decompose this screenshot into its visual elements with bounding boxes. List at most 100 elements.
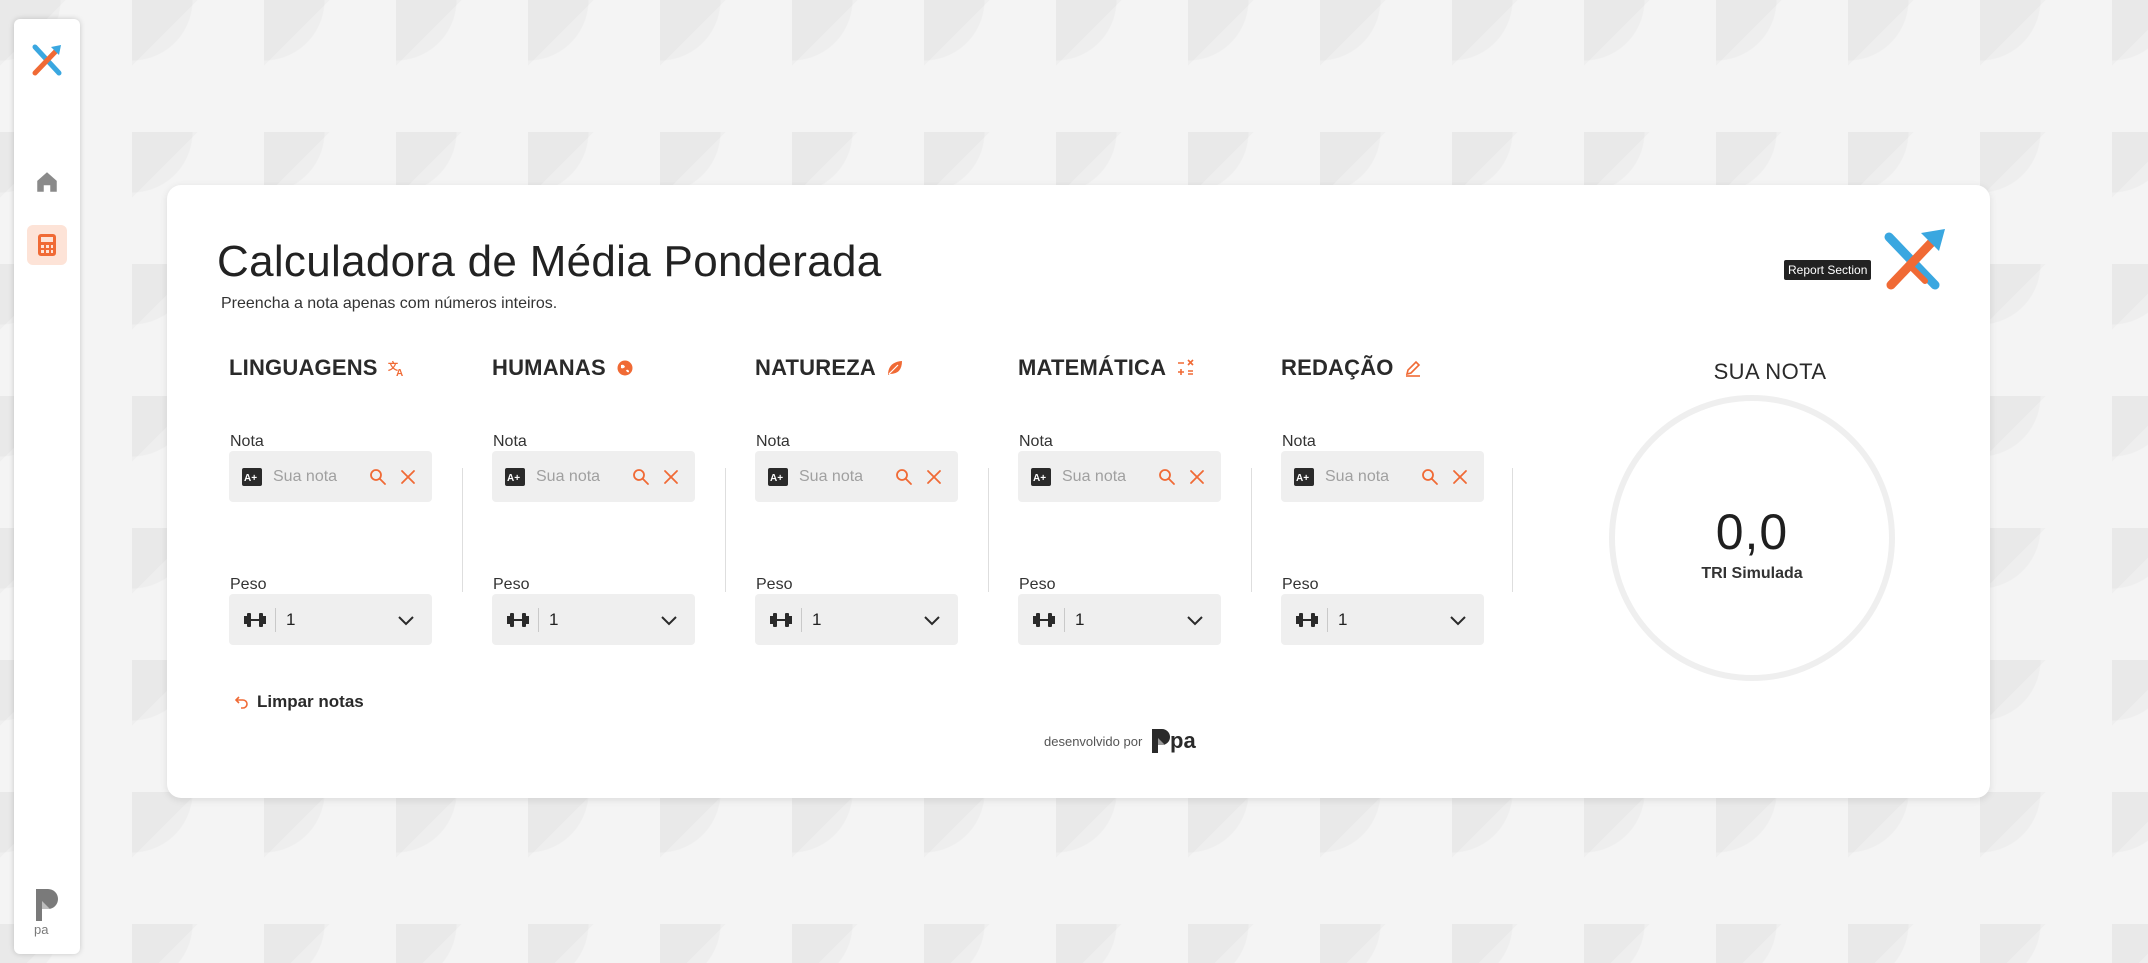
grade-icon: A+ bbox=[505, 467, 525, 486]
chevron-down-icon bbox=[924, 615, 940, 625]
result-title: SUA NOTA bbox=[1713, 359, 1827, 384]
nota-field: A+ bbox=[229, 451, 432, 502]
chevron-down-icon bbox=[1450, 615, 1466, 625]
nota-field: A+ bbox=[1281, 451, 1484, 502]
nota-field: A+ bbox=[755, 451, 958, 502]
divider bbox=[1327, 607, 1328, 632]
peso-value: 1 bbox=[1075, 609, 1085, 629]
svg-text:A+: A+ bbox=[507, 473, 520, 484]
subject-matematica: MATEMÁTICA Nota A+ Peso 1 bbox=[1018, 355, 1233, 645]
column-divider bbox=[1251, 468, 1252, 592]
nota-label: Nota bbox=[756, 433, 790, 450]
svg-text:pa: pa bbox=[1170, 728, 1196, 753]
grade-icon: A+ bbox=[242, 467, 262, 486]
close-icon[interactable] bbox=[399, 468, 417, 486]
divider bbox=[1064, 607, 1065, 632]
close-icon[interactable] bbox=[1451, 468, 1469, 486]
result-score: 0,0 bbox=[1715, 504, 1789, 560]
nota-input[interactable] bbox=[273, 467, 369, 486]
divider bbox=[801, 607, 802, 632]
pa-logo-icon: pa bbox=[32, 887, 62, 937]
grade-icon: A+ bbox=[1294, 467, 1314, 486]
peso-select[interactable]: 1 bbox=[755, 594, 958, 645]
svg-text:A: A bbox=[396, 368, 403, 377]
subject-header: LINGUAGENS 文 A bbox=[229, 355, 406, 381]
subject-header: NATUREZA bbox=[755, 355, 904, 381]
peso-value: 1 bbox=[1338, 609, 1348, 629]
column-divider bbox=[725, 468, 726, 592]
subject-title: REDAÇÃO bbox=[1281, 355, 1394, 380]
subject-title: MATEMÁTICA bbox=[1018, 355, 1167, 380]
nota-label: Nota bbox=[493, 433, 527, 450]
grade-icon: A+ bbox=[1031, 467, 1051, 486]
close-icon[interactable] bbox=[662, 468, 680, 486]
search-icon[interactable] bbox=[1421, 468, 1439, 486]
svg-text:A+: A+ bbox=[244, 473, 257, 484]
dumbbell-icon bbox=[507, 612, 529, 627]
peso-label: Peso bbox=[493, 576, 530, 593]
nota-field: A+ bbox=[1018, 451, 1221, 502]
nota-input[interactable] bbox=[799, 467, 895, 486]
column-divider bbox=[1512, 468, 1513, 592]
dumbbell-icon bbox=[770, 612, 792, 627]
peso-select[interactable]: 1 bbox=[229, 594, 432, 645]
globe-icon bbox=[617, 360, 633, 376]
search-icon[interactable] bbox=[1158, 468, 1176, 486]
page-subtitle: Preencha a nota apenas com números intei… bbox=[221, 295, 558, 312]
translate-icon: 文 A bbox=[388, 360, 403, 377]
close-icon[interactable] bbox=[1188, 468, 1206, 486]
nota-label: Nota bbox=[1019, 433, 1053, 450]
calculator-card: Calculadora de Média Ponderada Preencha … bbox=[167, 185, 1990, 798]
subject-title: HUMANAS bbox=[492, 355, 606, 380]
column-divider bbox=[462, 468, 463, 592]
clear-grades-button[interactable]: Limpar notas bbox=[235, 692, 364, 712]
peso-value: 1 bbox=[286, 609, 296, 629]
result-subtitle: TRI Simulada bbox=[1701, 565, 1803, 582]
search-icon[interactable] bbox=[369, 468, 387, 486]
peso-label: Peso bbox=[230, 576, 267, 593]
nota-input[interactable] bbox=[1325, 467, 1421, 486]
calculator-icon[interactable] bbox=[27, 225, 67, 265]
nota-input[interactable] bbox=[536, 467, 632, 486]
nota-input[interactable] bbox=[1062, 467, 1158, 486]
undo-icon bbox=[235, 696, 248, 709]
divider bbox=[538, 607, 539, 632]
sidebar: pa bbox=[14, 19, 80, 954]
footer-text: desenvolvido por bbox=[1044, 733, 1143, 749]
nota-field: A+ bbox=[492, 451, 695, 502]
search-icon[interactable] bbox=[632, 468, 650, 486]
subject-linguagens: LINGUAGENS 文 A Nota A+ Peso 1 bbox=[229, 355, 444, 645]
pencil-icon bbox=[1405, 360, 1420, 377]
peso-label: Peso bbox=[756, 576, 793, 593]
chevron-down-icon bbox=[1187, 615, 1203, 625]
leaf-icon bbox=[887, 361, 902, 375]
footer: desenvolvido por pa bbox=[1044, 728, 1206, 754]
pa-logo-icon: pa bbox=[1152, 728, 1197, 753]
subject-humanas: HUMANAS Nota A+ Peso 1 bbox=[492, 355, 707, 645]
peso-select[interactable]: 1 bbox=[1018, 594, 1221, 645]
peso-label: Peso bbox=[1019, 576, 1056, 593]
math-operations-icon bbox=[1178, 359, 1194, 375]
subject-title: LINGUAGENS bbox=[229, 355, 378, 380]
app-logo-icon[interactable] bbox=[29, 41, 65, 79]
chevron-down-icon bbox=[398, 615, 414, 625]
divider bbox=[275, 607, 276, 632]
subject-header: REDAÇÃO bbox=[1281, 355, 1422, 381]
dumbbell-icon bbox=[1296, 612, 1318, 627]
brand-logo-icon bbox=[1881, 227, 1947, 295]
subject-natureza: NATUREZA Nota A+ Peso 1 bbox=[755, 355, 970, 645]
peso-select[interactable]: 1 bbox=[492, 594, 695, 645]
dumbbell-icon bbox=[1033, 612, 1055, 627]
close-icon[interactable] bbox=[925, 468, 943, 486]
peso-label: Peso bbox=[1282, 576, 1319, 593]
peso-select[interactable]: 1 bbox=[1281, 594, 1484, 645]
subject-header: HUMANAS bbox=[492, 355, 634, 381]
report-section-tooltip: Report Section bbox=[1784, 260, 1872, 280]
page-title: Calculadora de Média Ponderada bbox=[217, 237, 882, 286]
subject-header: MATEMÁTICA bbox=[1018, 355, 1196, 381]
clear-grades-label: Limpar notas bbox=[257, 692, 364, 711]
search-icon[interactable] bbox=[895, 468, 913, 486]
peso-value: 1 bbox=[812, 609, 822, 629]
nota-label: Nota bbox=[230, 433, 264, 450]
home-icon[interactable] bbox=[34, 169, 60, 195]
